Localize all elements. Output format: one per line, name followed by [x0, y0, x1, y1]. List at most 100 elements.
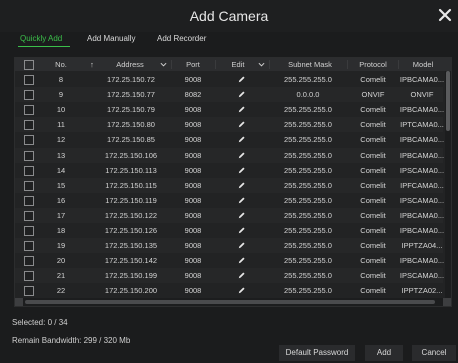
- tab-quickly-add[interactable]: Quickly Add: [20, 34, 62, 43]
- edit-pencil-icon[interactable]: [237, 286, 246, 295]
- tab-add-manually[interactable]: Add Manually: [87, 34, 135, 43]
- cell-protocol: Comelit: [360, 150, 386, 160]
- chevron-down-icon[interactable]: [160, 61, 167, 68]
- cell-protocol: Comelit: [360, 165, 386, 175]
- active-tab-indicator: [18, 46, 70, 47]
- cell-address: 172.25.150.142: [104, 256, 158, 266]
- row-checkbox[interactable]: [24, 286, 34, 297]
- sort-up-arrow-icon[interactable]: ↑: [87, 60, 97, 69]
- cell-no: 12: [56, 135, 66, 145]
- row-checkbox[interactable]: [24, 226, 34, 236]
- horizontal-scroll-thumb[interactable]: [25, 300, 435, 304]
- cell-no: 15: [56, 180, 66, 190]
- cell-no: 21: [56, 271, 66, 281]
- edit-pencil-icon[interactable]: [237, 105, 246, 114]
- column-header-subnet-mask[interactable]: Subnet Mask: [277, 60, 343, 69]
- cell-mask: 255.255.255.0: [284, 150, 332, 160]
- column-header-no[interactable]: No.: [51, 60, 71, 69]
- row-checkbox[interactable]: [24, 165, 34, 176]
- edit-pencil-icon[interactable]: [237, 151, 246, 160]
- selected-count: Selected: 0 / 34: [12, 318, 68, 327]
- cell-model: IPBCAMA0...: [399, 75, 445, 84]
- table-row[interactable]: 22 172.25.150.200 9008 255.255.255.0 Comelit…: [15, 283, 443, 298]
- table-row[interactable]: 8 172.25.150.72 9008 255.255.255.0 Comelit IP…: [15, 72, 445, 87]
- edit-pencil-icon[interactable]: [237, 241, 246, 250]
- cell-model: ONVIF: [410, 90, 434, 100]
- dialog-title: Add Camera: [189, 8, 269, 24]
- cell-no: 22: [56, 286, 66, 296]
- table-row[interactable]: 17 172.25.150.122 9008 255.255.255.0 Comelit…: [15, 207, 444, 223]
- row-checkbox[interactable]: [24, 271, 34, 282]
- row-checkbox[interactable]: [24, 120, 34, 131]
- cell-address: 172.25.150.115: [105, 180, 157, 190]
- tab-add-recorder[interactable]: Add Recorder: [157, 34, 206, 43]
- edit-pencil-icon[interactable]: [237, 75, 246, 84]
- scroll-left-arrow-icon[interactable]: [15, 298, 23, 306]
- table-row[interactable]: 20 172.25.150.142 9008 255.255.255.0 Comelit…: [15, 253, 444, 268]
- cell-mask: 255.255.255.0: [284, 135, 332, 145]
- edit-pencil-icon[interactable]: [237, 135, 246, 144]
- close-icon[interactable]: [437, 7, 453, 23]
- row-checkbox[interactable]: [24, 90, 34, 101]
- cell-model: IPTCAMA0...: [400, 120, 444, 130]
- cell-mask: 255.255.255.0: [284, 210, 332, 220]
- cell-address: 172.25.150.79: [107, 105, 155, 115]
- cell-no: 10: [56, 105, 66, 115]
- edit-pencil-icon[interactable]: [237, 196, 246, 205]
- table-row[interactable]: 21 172.25.150.199 9008 255.255.255.0 Comelit…: [15, 268, 445, 284]
- edit-pencil-icon[interactable]: [237, 181, 246, 190]
- column-header-edit[interactable]: Edit: [223, 60, 253, 69]
- cell-address: 172.25.150.80: [107, 120, 155, 130]
- cell-model: IPSCAMA0...: [399, 271, 445, 281]
- cell-no: 19: [56, 241, 66, 251]
- table-row[interactable]: 9 172.25.150.77 8082 0.0.0.0 ONVIF ONVIF: [15, 87, 443, 103]
- column-header-model[interactable]: Model: [401, 60, 445, 69]
- row-checkbox[interactable]: [24, 241, 34, 252]
- cell-model: IPBCAMA0...: [399, 150, 445, 160]
- row-checkbox[interactable]: [24, 210, 34, 221]
- edit-pencil-icon[interactable]: [237, 120, 246, 129]
- vertical-scrollbar[interactable]: [445, 71, 451, 299]
- cell-port: 9008: [184, 165, 202, 175]
- cell-port: 9008: [184, 271, 202, 281]
- horizontal-scrollbar[interactable]: [15, 298, 451, 306]
- table-row[interactable]: 15 172.25.150.115 9008 255.255.255.0 Comelit…: [15, 177, 444, 193]
- cell-address: 172.25.150.135: [104, 241, 158, 251]
- edit-pencil-icon[interactable]: [237, 271, 246, 280]
- cell-mask: 255.255.255.0: [284, 195, 332, 205]
- cell-model: IPSCAMA0...: [399, 165, 445, 175]
- chevron-down-icon[interactable]: [258, 61, 265, 68]
- column-header-protocol[interactable]: Protocol: [351, 60, 395, 69]
- row-checkbox[interactable]: [24, 180, 34, 191]
- cell-protocol: Comelit: [360, 180, 386, 190]
- table-row[interactable]: 10 172.25.150.79 9008 255.255.255.0 Comelit I…: [15, 102, 444, 117]
- table-row[interactable]: 13 172.25.150.106 9008 255.255.255.0 Comelit…: [15, 147, 445, 163]
- edit-pencil-icon[interactable]: [237, 211, 246, 220]
- edit-pencil-icon[interactable]: [237, 90, 246, 99]
- column-header-address[interactable]: Address: [105, 60, 155, 69]
- table-row[interactable]: 12 172.25.150.85 9008 255.255.255.0 Comelit I…: [15, 132, 444, 147]
- row-checkbox[interactable]: [24, 105, 34, 116]
- row-checkbox[interactable]: [24, 75, 34, 85]
- cancel-button[interactable]: Cancel: [412, 345, 456, 361]
- row-checkbox[interactable]: [24, 135, 34, 146]
- scroll-right-arrow-icon[interactable]: [443, 298, 451, 306]
- default-password-button[interactable]: Default Password: [279, 345, 355, 361]
- row-checkbox[interactable]: [24, 195, 34, 206]
- cell-port: 9008: [184, 241, 202, 251]
- remain-bandwidth: Remain Bandwidth: 299 / 320 Mb: [12, 336, 131, 345]
- table-row[interactable]: 16 172.25.150.119 9008 255.255.255.0 Comelit…: [15, 193, 444, 208]
- column-header-port[interactable]: Port: [179, 60, 207, 69]
- row-checkbox[interactable]: [24, 150, 34, 161]
- table-row[interactable]: 18 172.25.150.126 9008 255.255.255.0 Comelit…: [15, 223, 444, 238]
- table-row[interactable]: 11 172.25.150.80 9008 255.255.255.0 Comelit I…: [15, 117, 444, 133]
- edit-pencil-icon[interactable]: [237, 256, 246, 265]
- edit-pencil-icon[interactable]: [237, 226, 246, 235]
- edit-pencil-icon[interactable]: [237, 166, 246, 175]
- add-button[interactable]: Add: [365, 345, 403, 361]
- row-checkbox[interactable]: [24, 256, 34, 267]
- table-row[interactable]: 19 172.25.150.135 9008 255.255.255.0 Comelit…: [15, 238, 443, 254]
- vertical-scroll-thumb[interactable]: [446, 71, 450, 131]
- select-all-checkbox[interactable]: [24, 60, 34, 70]
- table-row[interactable]: 14 172.25.150.113 9008 255.255.255.0 Comelit…: [15, 163, 445, 178]
